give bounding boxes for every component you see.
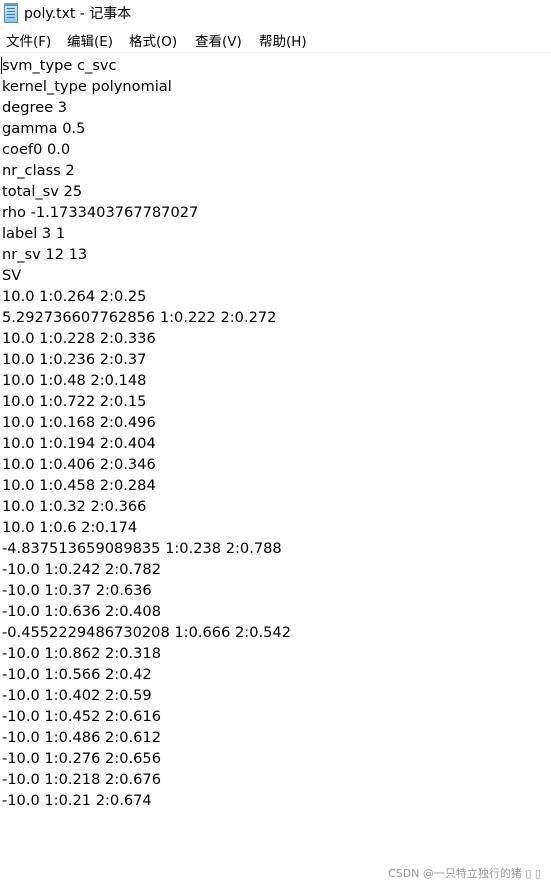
menu-format[interactable]: 格式(O) [129, 33, 177, 51]
menu-edit[interactable]: 编辑(E) [67, 33, 113, 51]
text-line: SV [2, 267, 22, 284]
text-line: 10.0 1:0.194 2:0.404 [2, 435, 156, 452]
notepad-icon [4, 3, 18, 23]
text-line: 10.0 1:0.236 2:0.37 [2, 351, 147, 368]
text-line: 10.0 1:0.6 2:0.174 [2, 519, 138, 536]
text-line: -10.0 1:0.21 2:0.674 [2, 792, 152, 809]
text-line: nr_sv 12 13 [2, 246, 88, 263]
menu-bar: 文件(F) 编辑(E) 格式(O) 查看(V) 帮助(H) [0, 30, 551, 53]
text-line: 10.0 1:0.228 2:0.336 [2, 330, 156, 347]
text-line: gamma 0.5 [2, 120, 86, 137]
text-line: 10.0 1:0.32 2:0.366 [2, 498, 147, 515]
text-line: -10.0 1:0.218 2:0.676 [2, 771, 161, 788]
text-line: -10.0 1:0.636 2:0.408 [2, 603, 161, 620]
text-line: nr_class 2 [2, 162, 75, 179]
watermark: CSDN @一只特立独行的猪 ▯ ▯ [388, 867, 541, 880]
text-line: kernel_type polynomial [2, 78, 172, 95]
notepad-window: poly.txt - 记事本 文件(F) 编辑(E) 格式(O) 查看(V) 帮… [0, 0, 551, 889]
text-line: label 3 1 [2, 225, 66, 242]
menu-help[interactable]: 帮助(H) [259, 33, 307, 51]
text-line: 10.0 1:0.406 2:0.346 [2, 456, 156, 473]
text-line: 10.0 1:0.168 2:0.496 [2, 414, 156, 431]
text-line: rho -1.1733403767787027 [2, 204, 199, 221]
text-line: 5.292736607762856 1:0.222 2:0.272 [2, 309, 277, 326]
text-line: coef0 0.0 [2, 141, 71, 158]
title-bar[interactable]: poly.txt - 记事本 [0, 0, 551, 30]
text-line: total_sv 25 [2, 183, 83, 200]
text-line: -10.0 1:0.452 2:0.616 [2, 708, 161, 725]
text-line: -10.0 1:0.486 2:0.612 [2, 729, 161, 746]
text-line: -10.0 1:0.242 2:0.782 [2, 561, 161, 578]
menu-view[interactable]: 查看(V) [195, 33, 242, 51]
text-line: -4.837513659089835 1:0.238 2:0.788 [2, 540, 282, 557]
menu-file[interactable]: 文件(F) [6, 33, 51, 51]
text-line: -10.0 1:0.862 2:0.318 [2, 645, 161, 662]
text-line: svm_type c_svc [2, 57, 117, 74]
text-line: -0.4552229486730208 1:0.666 2:0.542 [2, 624, 291, 641]
text-line: 10.0 1:0.722 2:0.15 [2, 393, 147, 410]
text-line: degree 3 [2, 99, 68, 116]
text-line: -10.0 1:0.37 2:0.636 [2, 582, 152, 599]
text-editor-area[interactable]: svm_type c_svc kernel_type polynomial degr… [0, 54, 551, 889]
text-line: 10.0 1:0.264 2:0.25 [2, 288, 147, 305]
text-line: 10.0 1:0.458 2:0.284 [2, 477, 156, 494]
text-line: -10.0 1:0.566 2:0.42 [2, 666, 152, 683]
text-line: 10.0 1:0.48 2:0.148 [2, 372, 147, 389]
window-title: poly.txt - 记事本 [24, 6, 132, 22]
text-line: -10.0 1:0.402 2:0.59 [2, 687, 152, 704]
text-line: -10.0 1:0.276 2:0.656 [2, 750, 161, 767]
